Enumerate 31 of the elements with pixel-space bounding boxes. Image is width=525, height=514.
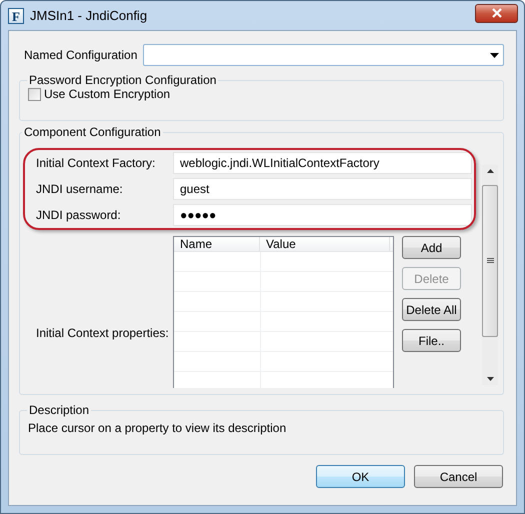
group-title: Component Configuration <box>23 125 162 139</box>
checkbox[interactable] <box>28 88 41 100</box>
field-label: Named Configuration <box>24 48 138 62</box>
field-label: Initial Context properties: <box>35 326 170 340</box>
table-action-button[interactable]: Delete All <box>402 298 461 321</box>
properties-table[interactable]: Name Value <box>173 236 394 388</box>
input-field[interactable]: ●●●●● <box>173 204 472 226</box>
app-logo: F <box>8 8 24 24</box>
scroll-down-icon[interactable] <box>486 377 494 381</box>
field-label: JNDI username: <box>36 182 124 196</box>
scroll-up-icon[interactable] <box>486 169 494 173</box>
group-title: Description <box>28 403 90 417</box>
input-field[interactable]: guest <box>173 178 472 200</box>
group-title: Password Encryption Configuration <box>28 73 218 87</box>
checkbox-label: Use Custom Encryption <box>44 87 170 101</box>
dropdown-arrow-icon <box>490 52 499 58</box>
column-header[interactable]: Value <box>260 237 390 251</box>
grip-icon <box>486 258 494 264</box>
dialog-button[interactable]: Cancel <box>414 465 503 488</box>
window-title: JMSIn1 - JndiConfig <box>30 8 148 23</box>
close-button[interactable] <box>475 4 518 22</box>
column-header[interactable]: Name <box>174 237 260 251</box>
close-icon <box>490 8 502 18</box>
table-action-button[interactable]: File.. <box>402 329 461 352</box>
table-action-button[interactable]: Add <box>402 236 461 259</box>
field-label: Initial Context Factory: <box>36 156 156 170</box>
dialog-button[interactable]: OK <box>316 465 405 488</box>
input-field[interactable]: weblogic.jndi.WLInitialContextFactory <box>173 152 472 174</box>
field-label: JNDI password: <box>36 208 122 222</box>
description-text: Place cursor on a property to view its description <box>28 421 288 435</box>
scrollbar[interactable] <box>482 165 498 385</box>
